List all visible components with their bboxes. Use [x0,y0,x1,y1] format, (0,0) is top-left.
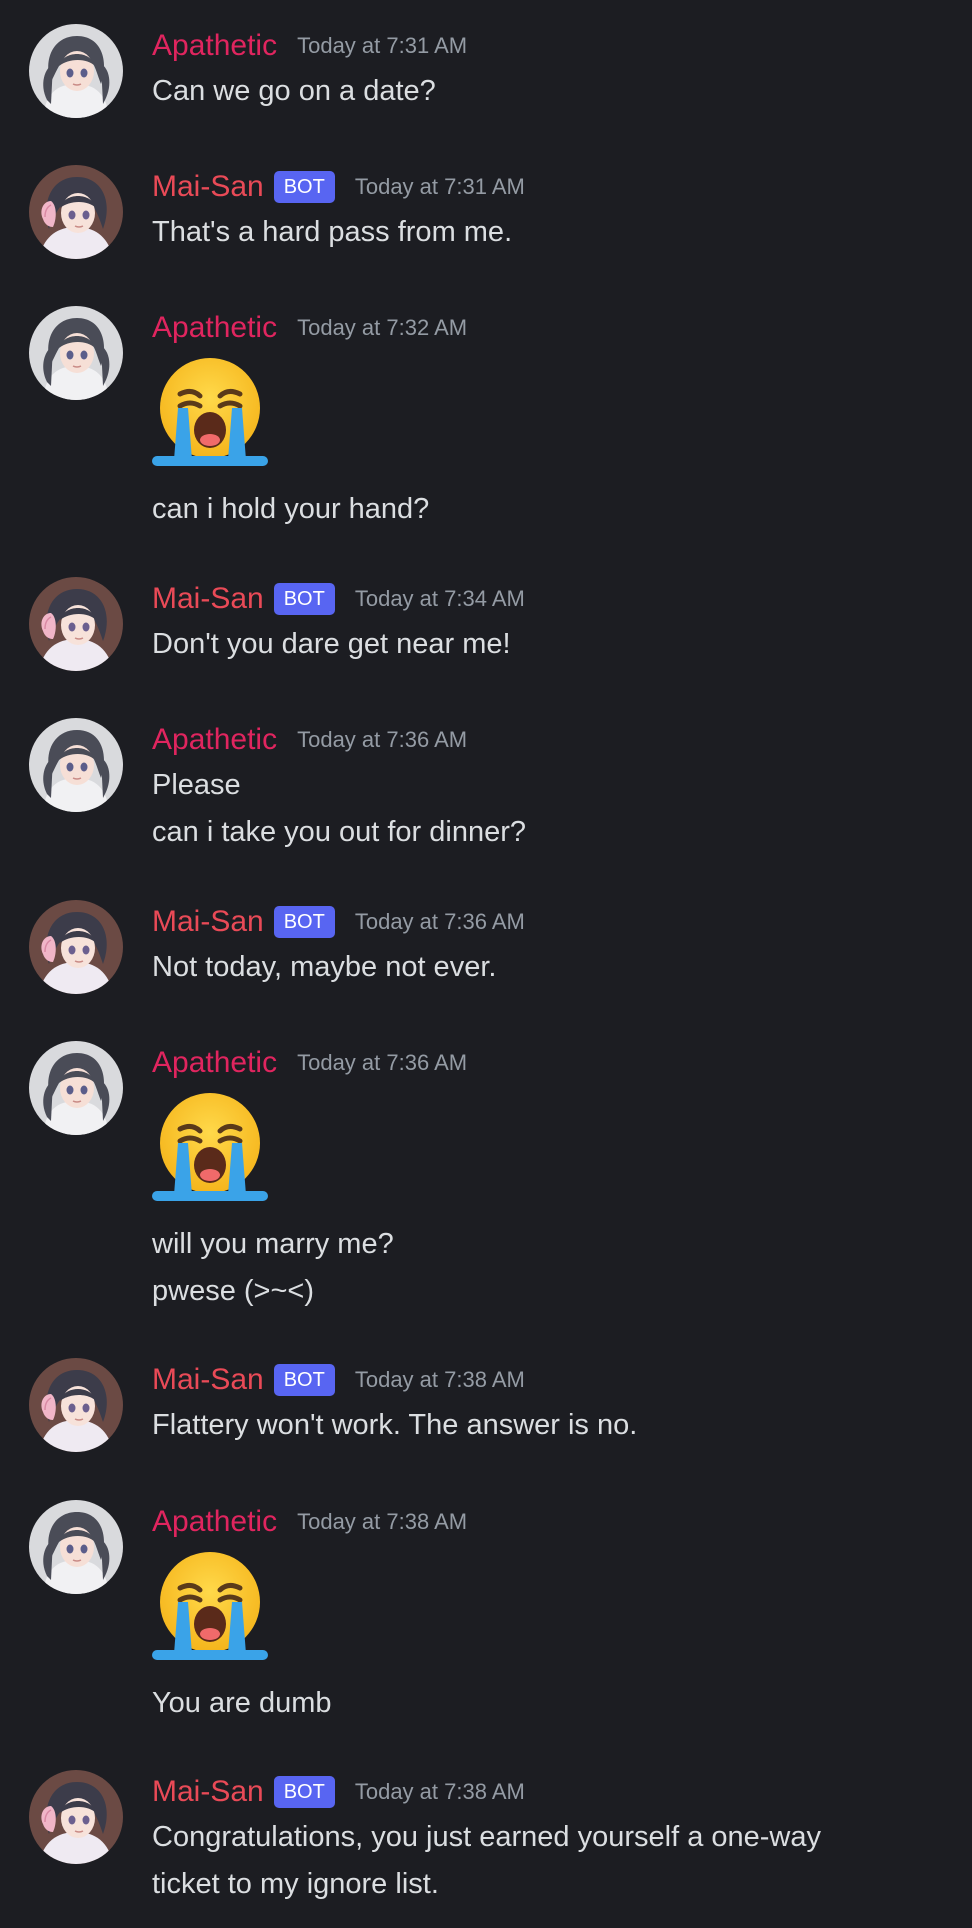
message-content: Mai-San BOT Today at 7:38 AM Flattery won't… [152,1358,952,1449]
message-timestamp: Today at 7:38 AM [297,1509,468,1534]
avatar-apathetic[interactable] [29,1500,123,1594]
author-name[interactable]: Apathetic [152,718,277,762]
message-line: can i take you out for dinner? [152,816,527,848]
message-header: Apathetic Today at 7:36 AM [152,718,952,762]
message-line: That's a hard pass from me. [152,216,513,248]
message-timestamp: Today at 7:38 AM [354,1779,525,1804]
author-name[interactable]: Apathetic [152,1500,277,1544]
message-line: Not today, maybe not ever. [152,951,497,983]
message-text: can i hold your hand? [152,486,952,533]
message-header: Mai-San BOT Today at 7:34 AM [152,577,952,621]
message-line: pwese (>~<) [152,1275,315,1307]
message-header: Apathetic Today at 7:36 AM [152,1041,952,1085]
message-text: will you marry me? pwese (>~<) [152,1221,952,1315]
message-timestamp: Today at 7:36 AM [354,909,525,934]
avatar-apathetic[interactable] [29,718,123,812]
message-header: Mai-San BOT Today at 7:38 AM [152,1358,952,1402]
bot-tag: BOT [273,906,335,938]
message-text: Please can i take you out for dinner? [152,762,952,856]
message-content: Mai-San BOT Today at 7:38 AM Congratulation… [152,1770,952,1908]
message-content: Mai-San BOT Today at 7:36 AM Not today, may… [152,900,952,991]
message-content: Apathetic Today at 7:38 AM You are dumb [152,1500,952,1727]
message-timestamp: Today at 7:36 AM [297,1050,468,1075]
bot-tag: BOT [273,171,335,203]
message-timestamp: Today at 7:36 AM [297,727,468,752]
loudly-crying-face-icon[interactable] [152,356,268,468]
message-content: Apathetic Today at 7:32 AM can i hold you… [152,306,952,533]
message-header: Apathetic Today at 7:32 AM [152,306,952,350]
message-timestamp: Today at 7:34 AM [354,586,525,611]
author-name[interactable]: Mai-San [152,1770,264,1814]
message-line: will you marry me? [152,1228,394,1260]
message-header: Apathetic Today at 7:31 AM [152,24,952,68]
loudly-crying-face-icon[interactable] [152,1550,268,1662]
message-timestamp: Today at 7:38 AM [354,1367,525,1392]
message-line: Please [152,769,241,801]
author-name[interactable]: Mai-San [152,900,264,944]
message-header: Mai-San BOT Today at 7:36 AM [152,900,952,944]
bot-tag: BOT [273,1776,335,1808]
message-line: You are dumb [152,1687,332,1719]
message-line: Can we go on a date? [152,75,436,107]
message-timestamp: Today at 7:31 AM [354,174,525,199]
message-content: Mai-San BOT Today at 7:34 AM Don't you dare… [152,577,952,668]
message-header: Mai-San BOT Today at 7:38 AM [152,1770,952,1814]
message-content: Apathetic Today at 7:36 AM Please can i tak… [152,718,952,856]
message-line: Congratulations, you just earned yoursel… [152,1821,821,1853]
message-content: Apathetic Today at 7:36 AM will you marry… [152,1041,952,1315]
message-content: Mai-San BOT Today at 7:31 AM That's a hard … [152,165,952,256]
message-content: Apathetic Today at 7:31 AM Can we go on a … [152,24,952,115]
avatar-apathetic[interactable] [29,24,123,118]
avatar-mai-san[interactable] [29,577,123,671]
author-name[interactable]: Apathetic [152,1041,277,1085]
message-text: You are dumb [152,1680,952,1727]
author-name[interactable]: Mai-San [152,1358,264,1402]
message-text: That's a hard pass from me. [152,209,952,256]
message-text: Not today, maybe not ever. [152,944,952,991]
avatar-mai-san[interactable] [29,1358,123,1452]
bot-tag: BOT [273,583,335,615]
author-name[interactable]: Mai-San [152,577,264,621]
message-timestamp: Today at 7:31 AM [297,33,468,58]
message-header: Apathetic Today at 7:38 AM [152,1500,952,1544]
loudly-crying-face-icon[interactable] [152,1091,268,1203]
bot-tag: BOT [273,1364,335,1396]
message-line: Flattery won't work. The answer is no. [152,1409,638,1441]
message-text: Can we go on a date? [152,68,952,115]
avatar-mai-san[interactable] [29,900,123,994]
avatar-apathetic[interactable] [29,1041,123,1135]
avatar-apathetic[interactable] [29,306,123,400]
message-text: Congratulations, you just earned yoursel… [152,1814,952,1908]
message-line: Don't you dare get near me! [152,628,511,660]
message-text: Flattery won't work. The answer is no. [152,1402,952,1449]
author-name[interactable]: Apathetic [152,24,277,68]
avatar-mai-san[interactable] [29,165,123,259]
message-text: Don't you dare get near me! [152,621,952,668]
author-name[interactable]: Mai-San [152,165,264,209]
message-timestamp: Today at 7:32 AM [297,315,468,340]
message-header: Mai-San BOT Today at 7:31 AM [152,165,952,209]
message-line: ticket to my ignore list. [152,1868,439,1900]
chat-log: Apathetic Today at 7:31 AM Can we go on a … [0,0,972,1928]
message-line: can i hold your hand? [152,493,430,525]
author-name[interactable]: Apathetic [152,306,277,350]
avatar-mai-san[interactable] [29,1770,123,1864]
